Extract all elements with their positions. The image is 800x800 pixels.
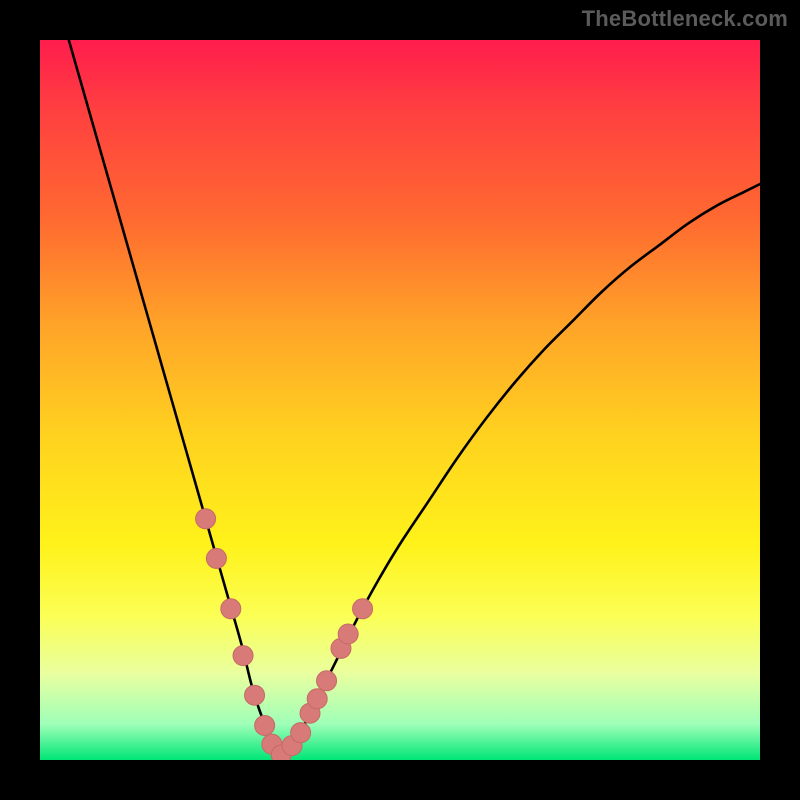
highlight-dot [300,703,320,723]
highlight-dot [245,685,265,705]
highlight-dot [307,689,327,709]
watermark-text: TheBottleneck.com [582,6,788,32]
highlight-dot [317,671,337,691]
highlight-dot [271,745,291,760]
highlight-dot [233,646,253,666]
bottleneck-curve-right [281,184,760,755]
highlight-dot [206,548,226,568]
bottleneck-curve-left [69,40,281,755]
highlight-dot [331,638,351,658]
curve-layer [40,40,760,760]
highlight-dot [353,599,373,619]
highlight-dots [196,509,373,760]
highlight-dot [221,599,241,619]
highlight-dot [255,715,275,735]
highlight-dot [338,624,358,644]
highlight-dot [282,736,302,756]
highlight-dot [291,723,311,743]
plot-area [40,40,760,760]
highlight-dot [196,509,216,529]
highlight-dot [262,734,282,754]
chart-frame: TheBottleneck.com [0,0,800,800]
